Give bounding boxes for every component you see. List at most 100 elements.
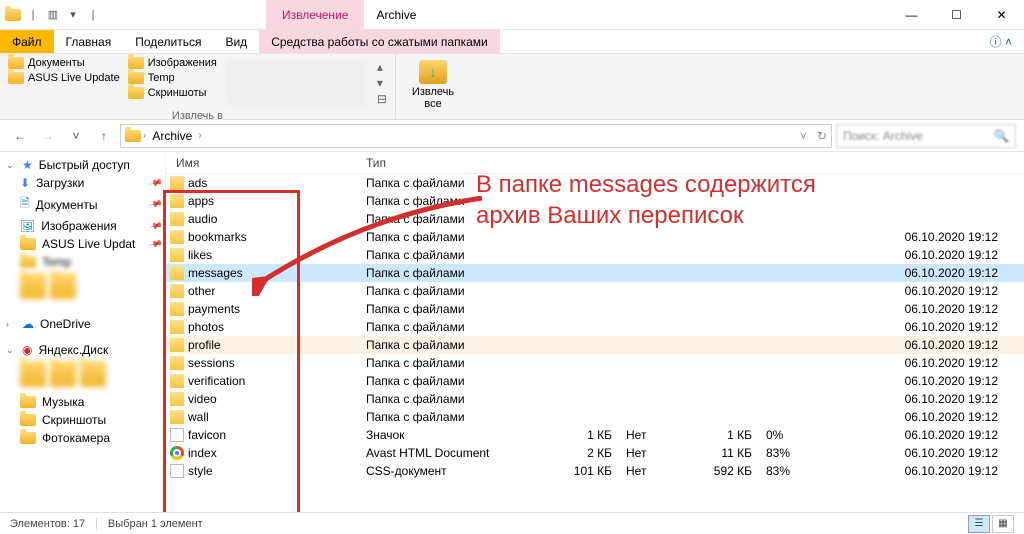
sidebar-images[interactable]: 🖼Изображения📌 (0, 217, 165, 235)
view-thumbnails-button[interactable]: ▦ (992, 515, 1014, 533)
file-name: apps (188, 194, 366, 208)
sidebar-documents[interactable]: 🗎Документы📌 (0, 192, 165, 217)
sidebar-camera[interactable]: Фотокамера (0, 429, 165, 447)
file-type: Папка с файлами (366, 266, 546, 280)
app-icon (4, 6, 22, 24)
nav-recent-dropdown[interactable]: ˅ (64, 124, 88, 148)
sidebar-screenshots[interactable]: Скриншоты (0, 411, 165, 429)
file-date: 06.10.2020 19:12 (816, 428, 1024, 442)
sidebar-yandex-disk[interactable]: ⌄◉Яндекс.Диск (0, 341, 165, 359)
dest-more-icon[interactable]: ⊟ (377, 92, 387, 106)
dest-scroll-up-icon[interactable]: ▴ (377, 60, 387, 74)
file-type: Папка с файлами (366, 392, 546, 406)
dest-images[interactable]: Изображения (126, 56, 219, 70)
breadcrumb-icon (125, 130, 141, 142)
sidebar-onedrive[interactable]: ›☁OneDrive (0, 315, 165, 333)
file-type: Папка с файлами (366, 248, 546, 262)
file-name: other (188, 284, 366, 298)
folder-icon (170, 392, 184, 406)
status-selection: Выбран 1 элемент (108, 518, 203, 530)
file-row[interactable]: photosПапка с файлами06.10.2020 19:12 (166, 318, 1024, 336)
breadcrumb-dropdown-icon[interactable]: ˅ ↻ (800, 129, 827, 143)
dest-scroll-down-icon[interactable]: ▾ (377, 76, 387, 90)
tab-share[interactable]: Поделиться (123, 30, 213, 53)
file-name: audio (188, 212, 366, 226)
folder-icon (170, 302, 184, 316)
folder-icon (20, 238, 36, 250)
minimize-button[interactable]: — (889, 0, 934, 30)
file-type: Папка с файлами (366, 410, 546, 424)
file-row[interactable]: paymentsПапка с файлами06.10.2020 19:12 (166, 300, 1024, 318)
sidebar: ⌄★Быстрый доступ ⬇Загрузки📌 🗎Документы📌 … (0, 152, 166, 512)
nav-back-button[interactable]: ← (8, 124, 32, 148)
file-type: Папка с файлами (366, 374, 546, 388)
breadcrumb-segment[interactable]: Archive (148, 129, 196, 143)
chrome-icon (170, 446, 184, 460)
ribbon-collapse-icon[interactable]: ⓘ ˄ (978, 30, 1024, 53)
file-row[interactable]: videoПапка с файлами06.10.2020 19:12 (166, 390, 1024, 408)
search-input[interactable]: Поиск: Archive 🔍 (836, 124, 1016, 148)
tab-compressed-tools[interactable]: Средства работы со сжатыми папками (259, 30, 500, 53)
folder-icon (170, 410, 184, 424)
sidebar-asus[interactable]: ASUS Live Updat📌 (0, 235, 165, 253)
sidebar-blurred-block (20, 271, 165, 305)
file-row[interactable]: profileПапка с файлами06.10.2020 19:12 (166, 336, 1024, 354)
sidebar-quick-access[interactable]: ⌄★Быстрый доступ (0, 156, 165, 174)
file-row[interactable]: likesПапка с файлами06.10.2020 19:12 (166, 246, 1024, 264)
file-row[interactable]: otherПапка с файлами06.10.2020 19:12 (166, 282, 1024, 300)
close-button[interactable]: ✕ (979, 0, 1024, 30)
nav-forward-button[interactable]: → (36, 124, 60, 148)
file-type: Папка с файлами (366, 284, 546, 298)
col-header-type[interactable]: Тип (366, 156, 546, 170)
folder-icon (128, 72, 144, 84)
file-row[interactable]: messagesПапка с файлами06.10.2020 19:12 (166, 264, 1024, 282)
ribbon-group-extract-all: Извлечь все (396, 54, 470, 119)
folder-icon (170, 248, 184, 262)
status-bar: Элементов: 17 | Выбран 1 элемент ☰ ▦ (0, 512, 1024, 534)
folder-icon (170, 266, 184, 280)
file-row[interactable]: faviconЗначок1 КБНет1 КБ0%06.10.2020 19:… (166, 426, 1024, 444)
tab-view[interactable]: Вид (213, 30, 259, 53)
folder-icon (20, 414, 36, 426)
maximize-button[interactable]: ☐ (934, 0, 979, 30)
folder-icon (170, 176, 184, 190)
dest-asus[interactable]: ASUS Live Update (6, 71, 122, 85)
folder-icon (170, 356, 184, 370)
file-status: Нет (626, 428, 686, 442)
dest-screenshots[interactable]: Скриншоты (126, 86, 219, 100)
col-header-name[interactable]: Имя (166, 156, 366, 170)
extract-all-button[interactable]: Извлечь все (402, 56, 464, 114)
nav-up-button[interactable]: ↑ (92, 124, 116, 148)
image-icon: 🖼 (20, 219, 35, 233)
file-row[interactable]: wallПапка с файлами06.10.2020 19:12 (166, 408, 1024, 426)
file-date: 06.10.2020 19:12 (816, 410, 1024, 424)
sidebar-downloads[interactable]: ⬇Загрузки📌 (0, 174, 165, 192)
dest-documents[interactable]: Документы (6, 56, 122, 70)
qat-props-icon[interactable]: ▥ (44, 6, 62, 24)
dest-more-blurred (227, 60, 367, 106)
file-status: Нет (626, 446, 686, 460)
qat-new-icon[interactable]: ▾ (64, 6, 82, 24)
download-icon: ⬇ (20, 176, 30, 190)
sidebar-blurred-block (20, 359, 165, 393)
file-row[interactable]: styleCSS-документ101 КБНет592 КБ83%06.10… (166, 462, 1024, 480)
view-details-button[interactable]: ☰ (968, 515, 990, 533)
file-row[interactable]: verificationПапка с файлами06.10.2020 19… (166, 372, 1024, 390)
folder-icon (128, 57, 144, 69)
file-name: profile (188, 338, 366, 352)
file-date: 06.10.2020 19:12 (816, 446, 1024, 460)
folder-icon (170, 338, 184, 352)
tab-file[interactable]: Файл (0, 30, 54, 53)
file-row[interactable]: sessionsПапка с файлами06.10.2020 19:12 (166, 354, 1024, 372)
file-name: favicon (188, 428, 366, 442)
file-date: 06.10.2020 19:12 (816, 464, 1024, 478)
file-name: ads (188, 176, 366, 190)
file-date: 06.10.2020 19:12 (816, 320, 1024, 334)
file-row[interactable]: indexAvast HTML Document2 КБНет11 КБ83%0… (166, 444, 1024, 462)
qat-sep: | (24, 6, 42, 24)
sidebar-temp-blurred[interactable]: Temp (0, 253, 165, 271)
sidebar-music[interactable]: Музыка (0, 393, 165, 411)
breadcrumb[interactable]: › Archive › ˅ ↻ (120, 124, 832, 148)
tab-home[interactable]: Главная (54, 30, 124, 53)
dest-temp[interactable]: Temp (126, 71, 219, 85)
